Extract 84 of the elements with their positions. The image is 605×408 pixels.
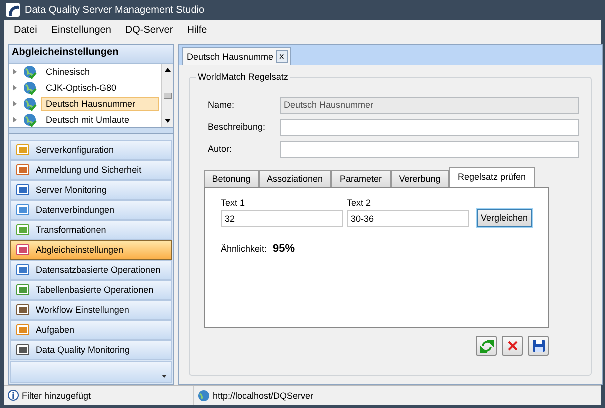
- nav-label: Transformationen: [36, 225, 106, 235]
- nav-button[interactable]: Datensatzbasierte Operationen: [10, 260, 172, 280]
- dropdown-icon: [162, 375, 167, 378]
- tree-item[interactable]: CJK-Optisch-G80: [41, 81, 159, 95]
- server-url: http://localhost/DQServer: [213, 390, 314, 400]
- refresh-button[interactable]: [476, 336, 498, 356]
- module-icon: [16, 164, 30, 176]
- tab[interactable]: Regelsatz prüfen: [449, 167, 535, 187]
- field-label: Beschreibung:: [208, 122, 267, 132]
- module-icon: [16, 184, 30, 196]
- group-title: WorldMatch Regelsatz: [196, 72, 290, 82]
- menu-item[interactable]: DQ-Server: [125, 24, 174, 36]
- module-icon: [16, 324, 30, 336]
- app-logo-icon: [6, 3, 20, 17]
- field-label: Text 2: [347, 198, 372, 208]
- nav-label: Tabellenbasierte Operationen: [36, 285, 154, 295]
- tab[interactable]: Betonung: [204, 170, 259, 187]
- field-label: Autor:: [208, 144, 234, 154]
- tree-item[interactable]: Deutsch mit Umlaute: [41, 113, 159, 127]
- nav-label: Datenverbindungen: [36, 205, 115, 215]
- input-field[interactable]: [280, 140, 580, 158]
- nav-button[interactable]: Serverkonfiguration: [10, 140, 172, 160]
- nav-button[interactable]: Server Monitoring: [10, 180, 172, 200]
- nav-button[interactable]: Workflow Einstellungen: [10, 300, 172, 320]
- input-field[interactable]: 30-36: [347, 210, 469, 227]
- module-icon: [16, 284, 30, 296]
- tab-label: Deutsch Hausnumme: [187, 52, 274, 62]
- splitter-handle[interactable]: [9, 127, 173, 134]
- close-button[interactable]: x: [276, 50, 288, 63]
- info-icon: [8, 390, 19, 401]
- close-icon: [506, 339, 520, 353]
- refresh-icon: [480, 339, 494, 353]
- field-label: Name:: [208, 100, 236, 110]
- save-button[interactable]: [528, 336, 550, 356]
- nav-label: Data Quality Monitoring: [36, 345, 130, 355]
- scroll-up-icon: [164, 68, 170, 72]
- tab[interactable]: Vererbung: [391, 170, 449, 187]
- nav-label: Serverkonfiguration: [36, 145, 114, 155]
- module-icon: [16, 264, 30, 276]
- nav-button[interactable]: Abgleicheinstellungen: [10, 240, 172, 260]
- delete-button[interactable]: [502, 336, 524, 356]
- globe-icon: [23, 81, 37, 95]
- status-message: Filter hinzugefügt: [22, 390, 92, 400]
- nav-button[interactable]: Tabellenbasierte Operationen: [10, 280, 172, 300]
- nav-label: Datensatzbasierte Operationen: [36, 265, 161, 275]
- field-label: Text 1: [221, 198, 246, 208]
- menu-item[interactable]: Hilfe: [187, 24, 208, 36]
- input-field[interactable]: 32: [221, 210, 343, 227]
- tree-item[interactable]: Chinesisch: [41, 65, 159, 79]
- nav-button[interactable]: Datenverbindungen: [10, 200, 172, 220]
- nav-button[interactable]: Aufgaben: [10, 320, 172, 340]
- tab[interactable]: Parameter: [331, 170, 391, 187]
- module-icon: [16, 224, 30, 236]
- module-icon: [16, 244, 30, 256]
- nav-label: Server Monitoring: [36, 185, 108, 195]
- nav-label: Abgleicheinstellungen: [36, 245, 124, 255]
- module-icon: [16, 144, 30, 156]
- module-icon: [16, 304, 30, 316]
- scroll-thumb-icon: [164, 92, 172, 98]
- menu-item[interactable]: Einstellungen: [51, 24, 112, 36]
- globe-icon: [23, 97, 37, 111]
- nav-label: Anmeldung und Sicherheit: [36, 165, 142, 175]
- window-title: Data Quality Server Management Studio: [25, 4, 205, 16]
- module-icon: [16, 204, 30, 216]
- compare-button[interactable]: Vergleichen: [477, 209, 532, 227]
- module-icon: [16, 344, 30, 356]
- nav-button[interactable]: Data Quality Monitoring: [10, 340, 172, 360]
- nav-label: Workflow Einstellungen: [36, 305, 130, 315]
- panel-title: Abgleicheinstellungen: [9, 45, 173, 63]
- nav-button[interactable]: Transformationen: [10, 220, 172, 240]
- menu-item[interactable]: Datei: [14, 24, 38, 36]
- nav-button[interactable]: Anmeldung und Sicherheit: [10, 160, 172, 180]
- result-value: 95%: [273, 243, 296, 255]
- tree-item[interactable]: Deutsch Hausnummer: [41, 97, 159, 111]
- scroll-down-icon: [164, 119, 170, 123]
- globe-icon: [198, 390, 210, 402]
- tab[interactable]: Assoziationen: [259, 170, 331, 187]
- document-tab[interactable]: Deutsch Hausnumme x: [182, 47, 292, 65]
- result-label: Ähnlichkeit:: [221, 244, 268, 254]
- globe-icon: [23, 65, 37, 79]
- save-icon: [532, 339, 546, 353]
- input-field[interactable]: [280, 118, 580, 136]
- scrollbar[interactable]: [161, 64, 173, 127]
- nav-label: Aufgaben: [36, 325, 75, 335]
